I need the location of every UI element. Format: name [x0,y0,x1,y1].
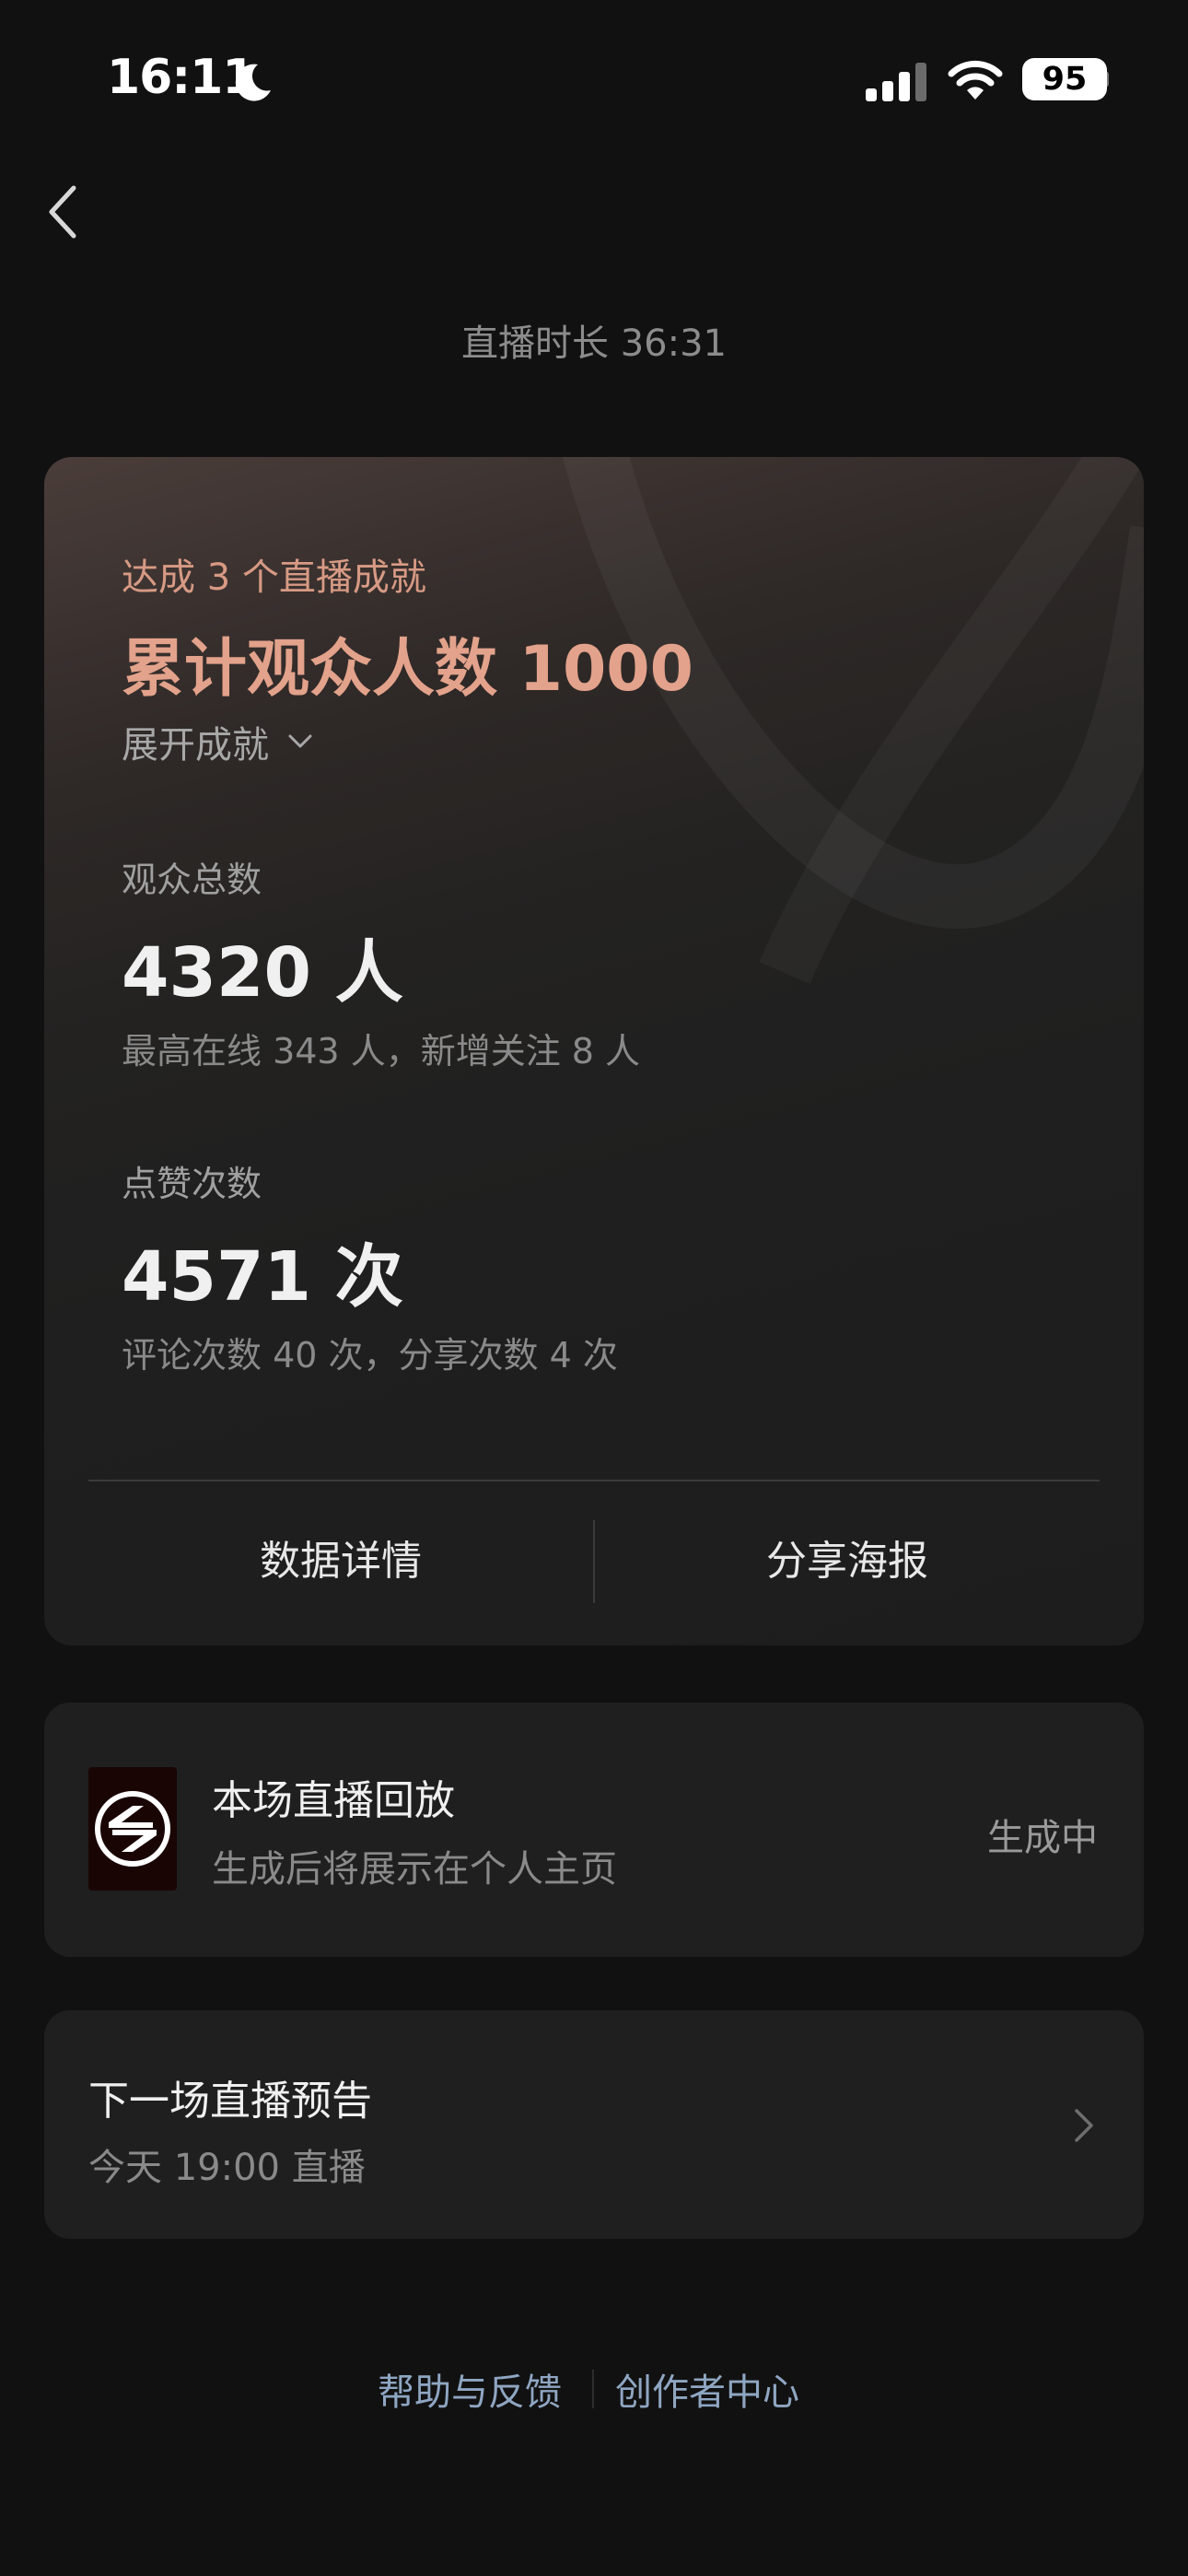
likes-label: 点赞次数 [122,1164,262,1204]
status-bar: 16:11 95 [0,0,1188,157]
data-details-button[interactable]: 数据详情 [88,1520,593,1603]
replay-thumbnail [88,1767,177,1891]
footer-separator [592,2370,594,2408]
share-poster-button[interactable]: 分享海报 [595,1520,1100,1603]
replay-title: 本场直播回放 [212,1777,455,1824]
wifi-icon [948,60,1003,100]
back-icon[interactable] [42,182,83,241]
battery-indicator: 95 [1022,58,1107,100]
replay-logo-icon [95,1791,170,1867]
achievement-subtitle: 达成 3 个直播成就 [122,556,426,599]
expand-achievements-button[interactable]: 展开成就 [122,715,313,768]
likes-detail: 评论次数 40 次，分享次数 4 次 [122,1335,618,1376]
achievement-title: 累计观众人数 1000 [122,633,693,706]
replay-card[interactable] [44,1703,1144,1957]
viewers-detail: 最高在线 343 人，新增关注 8 人 [122,1031,641,1071]
replay-status: 生成中 [987,1817,1098,1859]
battery-cap [1103,71,1109,88]
cellular-signal-icon [866,63,926,101]
viewers-value: 4320 人 [122,933,403,1013]
chevron-down-icon [288,734,312,748]
replay-subtitle: 生成后将展示在个人主页 [212,1848,617,1891]
footer-links: 帮助与反馈 创作者中心 [0,2362,1188,2418]
card-decoration [563,457,1144,984]
likes-value: 4571 次 [122,1237,403,1317]
help-feedback-link[interactable]: 帮助与反馈 [378,2362,562,2416]
creator-center-link[interactable]: 创作者中心 [615,2362,799,2416]
moon-icon [235,64,271,101]
chevron-right-icon [1075,2109,1093,2142]
expand-achievements-label: 展开成就 [122,724,269,767]
next-live-title: 下一场直播预告 [88,2078,372,2125]
next-live-subtitle: 今天 19:00 直播 [88,2147,366,2189]
card-divider [88,1480,1100,1481]
viewers-label: 观众总数 [122,860,262,900]
live-duration: 直播时长 36:31 [461,322,727,365]
live-summary-page: 16:11 95 直播时长 36:31 达成 3 个直播成就 累计观众人数 10… [0,0,1188,2576]
